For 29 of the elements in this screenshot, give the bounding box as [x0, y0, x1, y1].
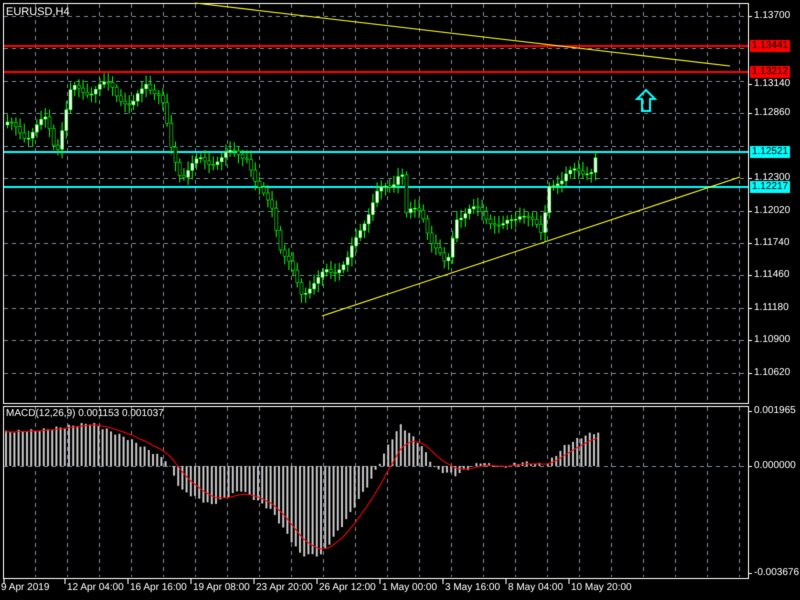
price-level-label: 1.12217 — [750, 181, 790, 193]
price-level-label: 1.12521 — [750, 146, 790, 158]
price-axis-label: 1.12300 — [754, 173, 790, 183]
time-axis-label: 23 Apr 20:00 — [256, 583, 313, 593]
indicator-axis-label: 0.000000 — [754, 461, 796, 471]
indicator-axis-label: -0.003676 — [754, 568, 800, 578]
time-axis-label: 1 May 00:00 — [382, 583, 438, 593]
price-axis-label: 1.13140 — [754, 79, 790, 89]
time-axis-label: 12 Apr 04:00 — [67, 583, 124, 593]
price-axis-label: 1.11460 — [754, 270, 790, 280]
time-axis-label: 26 Apr 12:00 — [319, 583, 376, 593]
price-axis-label: 1.11740 — [754, 238, 790, 248]
indicator-label: MACD(12,26,9) 0.001153 0.001037 — [6, 409, 164, 419]
time-axis-label: 3 May 16:00 — [445, 583, 500, 593]
price-axis-label: 1.10620 — [754, 368, 790, 378]
price-axis-label: 1.12860 — [754, 108, 790, 118]
price-axis-label: 1.13700 — [754, 11, 790, 21]
up-arrow-icon — [634, 88, 658, 112]
time-axis-label: 19 Apr 08:00 — [193, 583, 250, 593]
chart-title: EURUSD,H4 — [6, 7, 70, 18]
price-axis-label: 1.10900 — [754, 335, 790, 345]
time-axis-label: 10 May 20:00 — [571, 583, 632, 593]
price-axis-label: 1.11180 — [754, 303, 789, 313]
time-axis-label: 16 Apr 16:00 — [130, 583, 187, 593]
time-axis-label: 8 May 04:00 — [508, 583, 564, 593]
price-axis-label: 1.12020 — [754, 206, 790, 216]
price-level-label: 1.13441 — [750, 40, 790, 52]
price-level-label: 1.13212 — [750, 66, 790, 78]
indicator-axis-label: 0.001965 — [754, 406, 796, 416]
